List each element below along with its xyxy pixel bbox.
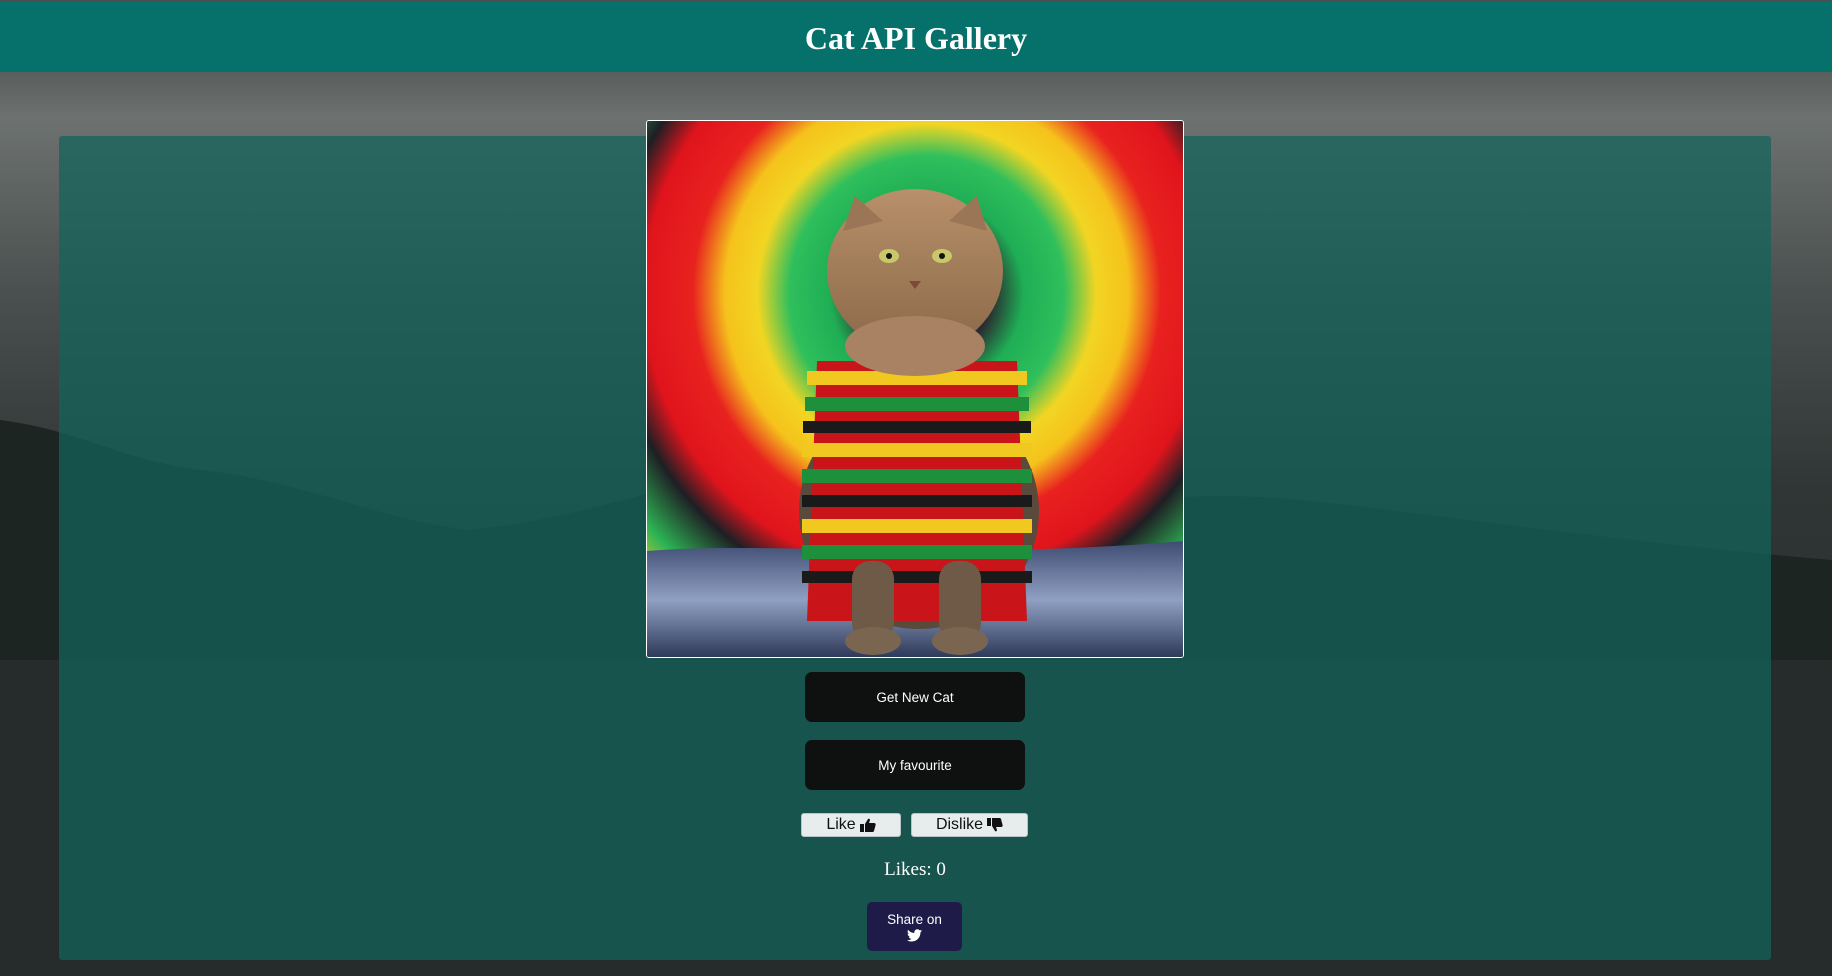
share-twitter-button[interactable]: Share on: [867, 902, 962, 951]
get-new-cat-button[interactable]: Get New Cat: [805, 672, 1025, 722]
dislike-button-label: Dislike: [935, 816, 984, 833]
my-favourite-button[interactable]: My favourite: [805, 740, 1025, 790]
thumbs-up-icon: [859, 818, 876, 832]
share-button-label: Share on: [887, 911, 942, 927]
twitter-icon: [907, 928, 922, 942]
like-button[interactable]: Like: [801, 813, 901, 837]
like-button-label: Like: [826, 816, 856, 833]
page-title: Cat API Gallery: [804, 20, 1028, 56]
thumbs-down-icon: [987, 818, 1003, 832]
header-bar: Cat API Gallery: [0, 0, 1832, 72]
likes-counter: Likes: 0: [884, 859, 946, 880]
cat-image: [646, 120, 1184, 658]
dislike-button[interactable]: Dislike: [911, 813, 1028, 837]
